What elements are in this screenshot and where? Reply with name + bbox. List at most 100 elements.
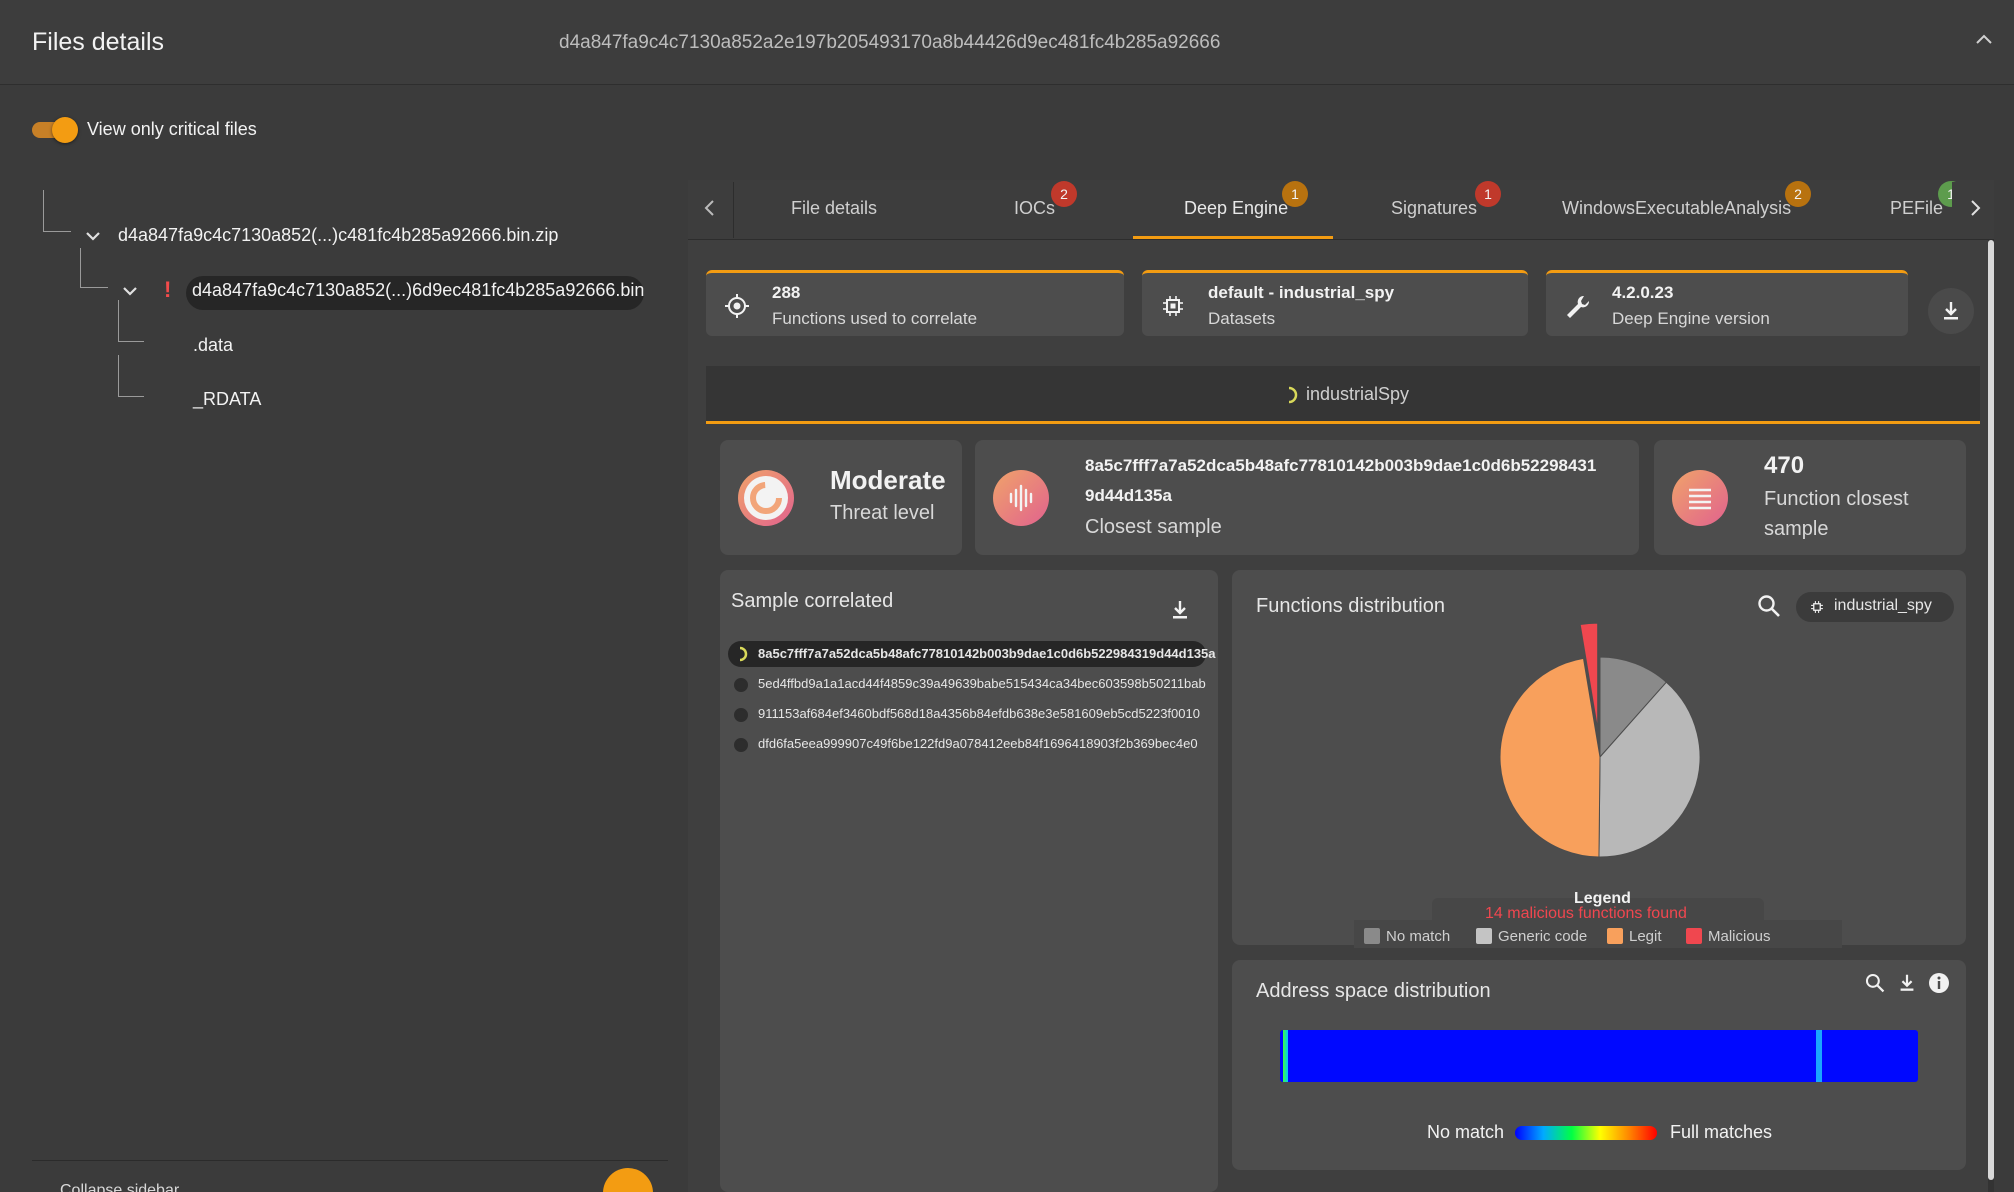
waveform-icon [993,470,1049,526]
tab-deep-engine[interactable]: Deep Engine [1184,198,1288,219]
fab-button[interactable] [603,1168,653,1192]
engine-version-card: 4.2.0.23 Deep Engine version [1546,270,1908,336]
dataset-chip-label: industrial_spy [1834,597,1932,614]
critical-files-toggle[interactable] [32,117,78,143]
threat-level-label: Threat level [830,502,935,524]
functions-pie-chart [1499,622,1701,858]
tab-file-details[interactable]: File details [791,198,877,219]
gradient-label-left: No match [1427,1122,1505,1142]
tree-item-data[interactable]: .data [193,335,233,356]
threat-level-card: Moderate Threat level [720,440,962,555]
page-title: Files details [32,28,164,56]
tree-item-zip[interactable]: d4a847fa9c4c7130a852(...)c481fc4b285a926… [118,225,558,246]
tab-badge: 2 [1785,181,1811,207]
status-icon [739,646,748,662]
function-closest-value: 470 [1764,452,1805,479]
legend-item-malicious: Malicious [1686,928,1771,945]
info-icon[interactable] [1928,972,1950,994]
functions-correlate-card: 288 Functions used to correlate [706,270,1124,336]
toggle-label: View only critical files [87,119,257,139]
gradient-scale [1515,1126,1657,1140]
legend-item-no-match: No match [1364,928,1450,945]
legend-item-legit: Legit [1607,928,1662,945]
threat-gauge-icon [738,470,794,526]
search-icon[interactable] [1864,972,1886,994]
threat-level-value: Moderate [830,465,946,495]
function-closest-label: Function closest [1764,488,1909,510]
tab-badge: 1 [1282,181,1308,207]
sample-row[interactable]: dfd6fa5eea999907c49f6be122fd9a078412eeb8… [728,731,1206,757]
tree-connector [80,248,108,288]
datasets-card: default - industrial_spy Datasets [1142,270,1528,336]
divider [32,1160,668,1161]
chevron-right-icon[interactable] [1965,198,1985,218]
address-match-marker [1283,1030,1288,1082]
function-closest-card: 470 Function closest sample [1654,440,1966,555]
tab-badge: 2 [1051,181,1077,207]
status-icon [734,678,748,692]
functions-distribution-title: Functions distribution [1256,595,1445,617]
tree-connector [43,190,71,232]
sample-hash: 8a5c7fff7a7a52dca5b48afc77810142b003b9da… [758,646,1216,661]
tab-windows-executable-analysis[interactable]: WindowsExecutableAnalysis [1562,198,1791,219]
list-icon [1672,470,1728,526]
chevron-up-icon[interactable] [1972,28,1996,52]
legend-label: Generic code [1498,928,1588,945]
search-icon[interactable] [1756,593,1782,619]
critical-alert-icon: ! [164,277,172,302]
sample-correlated-title: Sample correlated [731,590,894,612]
download-icon[interactable] [1896,972,1918,994]
status-icon [734,708,748,722]
sample-row[interactable]: 8a5c7fff7a7a52dca5b48afc77810142b003b9da… [728,641,1216,667]
tree-item-bin[interactable]: d4a847fa9c4c7130a852(...)6d9ec481fc4b285… [192,280,644,301]
tab-iocs[interactable]: IOCs [1014,198,1055,219]
status-icon [734,738,748,752]
closest-sample-hash-cont: 9d44d135a [1085,486,1172,505]
address-match-marker [1816,1030,1822,1082]
sample-row[interactable]: 911153af684ef3460bdf568d18a4356b84efdb63… [728,701,1206,727]
tab-signatures[interactable]: Signatures [1391,198,1477,219]
address-space-bar [1280,1030,1918,1082]
legend-label: Legit [1629,928,1662,945]
dataset-chip[interactable]: industrial_spy [1796,592,1954,622]
tree-connector [118,300,144,342]
dataset-tab-industrialspy[interactable]: industrialSpy [1306,384,1409,405]
engine-version-label: Deep Engine version [1612,309,1770,328]
closest-sample-hash: 8a5c7fff7a7a52dca5b48afc77810142b003b9da… [1085,456,1597,475]
function-closest-label-cont: sample [1764,518,1829,540]
wrench-icon [1567,295,1590,318]
engine-version: 4.2.0.23 [1612,283,1674,302]
chevron-left-icon[interactable] [700,198,720,218]
chip-icon [1163,296,1183,316]
crosshair-icon [725,294,749,318]
tree-item-rdata[interactable]: _RDATA [193,389,261,410]
tab-pefile[interactable]: PEFile [1890,198,1943,219]
sample-hash: dfd6fa5eea999907c49f6be122fd9a078412eeb8… [758,736,1198,751]
functions-count-label: Functions used to correlate [772,309,978,328]
scrollbar-thumb[interactable] [1988,240,1994,1180]
chevron-down-icon[interactable] [121,282,139,300]
download-button[interactable] [1928,288,1974,334]
download-icon[interactable] [1168,598,1192,622]
download-icon [1944,302,1958,320]
datasets-value: default - industrial_spy [1208,283,1395,302]
legend-item-generic-code: Generic code [1476,928,1587,945]
legend-label: Malicious [1708,928,1771,945]
tab-badge: 1 [1475,181,1501,207]
datasets-label: Datasets [1208,309,1276,328]
chevron-down-icon[interactable] [84,227,102,245]
sample-hash: 911153af684ef3460bdf568d18a4356b84efdb63… [758,706,1200,721]
pie-slice-legit[interactable] [1499,657,1601,858]
sample-row[interactable]: 5ed4ffbd9a1a1acd44f4859c39a49639babe5154… [728,671,1206,697]
tree-connector [118,355,144,397]
collapse-sidebar-button[interactable]: Collapse sidebar [60,1182,179,1192]
closest-sample-label: Closest sample [1085,516,1222,538]
divider [733,182,734,238]
file-hash: d4a847fa9c4c7130a852a2e197b205493170a8b4… [559,32,1221,53]
sample-hash: 5ed4ffbd9a1a1acd44f4859c39a49639babe5154… [758,676,1206,691]
address-space-title: Address space distribution [1256,980,1491,1002]
closest-sample-card: 8a5c7fff7a7a52dca5b48afc77810142b003b9da… [975,440,1639,555]
functions-count: 288 [772,283,801,302]
gradient-label-right: Full matches [1670,1122,1773,1142]
loading-spinner-icon [1288,386,1298,404]
